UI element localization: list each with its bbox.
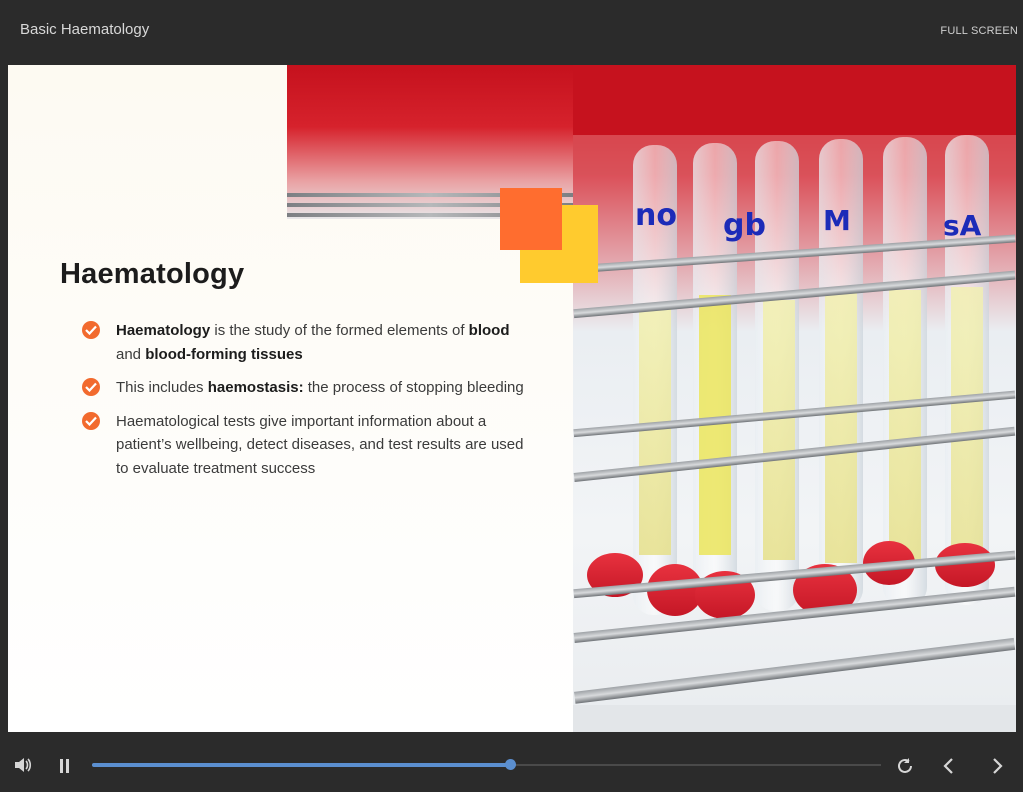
decor-orange-square xyxy=(500,188,562,250)
bullet-list: Haematology is the study of the formed e… xyxy=(82,319,532,490)
chevron-right-icon[interactable] xyxy=(990,757,1004,780)
bullet-text: is the study of the formed elements of xyxy=(210,322,469,339)
bullet-text: and xyxy=(116,345,146,363)
test-tubes-illustration: no gb M sA xyxy=(573,65,1016,732)
progress-fill xyxy=(92,763,511,767)
fullscreen-button[interactable]: FULL SCREEN xyxy=(940,25,1018,37)
bullet-bold-text: blood-forming tissues xyxy=(145,345,303,363)
bullet-text: This includes xyxy=(116,379,208,396)
check-circle-icon xyxy=(82,411,100,430)
bullet-text: the process of stopping bleeding xyxy=(303,379,524,396)
progress-handle[interactable] xyxy=(505,759,517,770)
bullet-item: Haematology is the study of the formed e… xyxy=(82,319,532,366)
player-header: Basic Haematology FULL SCREEN xyxy=(0,0,1023,64)
bullet-bold-text: haemostasis: xyxy=(207,379,304,396)
bullet-item: This includes haemostasis: the process o… xyxy=(82,376,532,400)
volume-icon[interactable] xyxy=(14,757,32,778)
svg-text:no: no xyxy=(635,198,677,233)
slide-heading: Haematology xyxy=(60,258,245,290)
check-circle-icon xyxy=(82,378,100,396)
pause-icon[interactable] xyxy=(59,759,71,778)
chevron-left-icon[interactable] xyxy=(942,757,956,780)
slide: no gb M sA Haematology Haematology is th… xyxy=(8,65,1016,732)
bullet-bold-text: Haematology xyxy=(116,322,211,339)
test-tubes-photo: no gb M sA xyxy=(573,65,1016,732)
bullet-bold-text: blood xyxy=(468,322,510,339)
bullet-text: Haematological tests give important info… xyxy=(116,412,524,477)
progress-bar[interactable] xyxy=(92,759,881,770)
svg-text:M: M xyxy=(823,204,851,237)
svg-text:gb: gb xyxy=(723,208,766,243)
bullet-item: Haematological tests give important info… xyxy=(82,410,532,481)
replay-icon[interactable] xyxy=(896,757,914,780)
course-title: Basic Haematology xyxy=(20,21,150,38)
svg-text:sA: sA xyxy=(943,209,982,242)
player-controls xyxy=(0,740,1023,792)
check-circle-icon xyxy=(82,321,100,339)
